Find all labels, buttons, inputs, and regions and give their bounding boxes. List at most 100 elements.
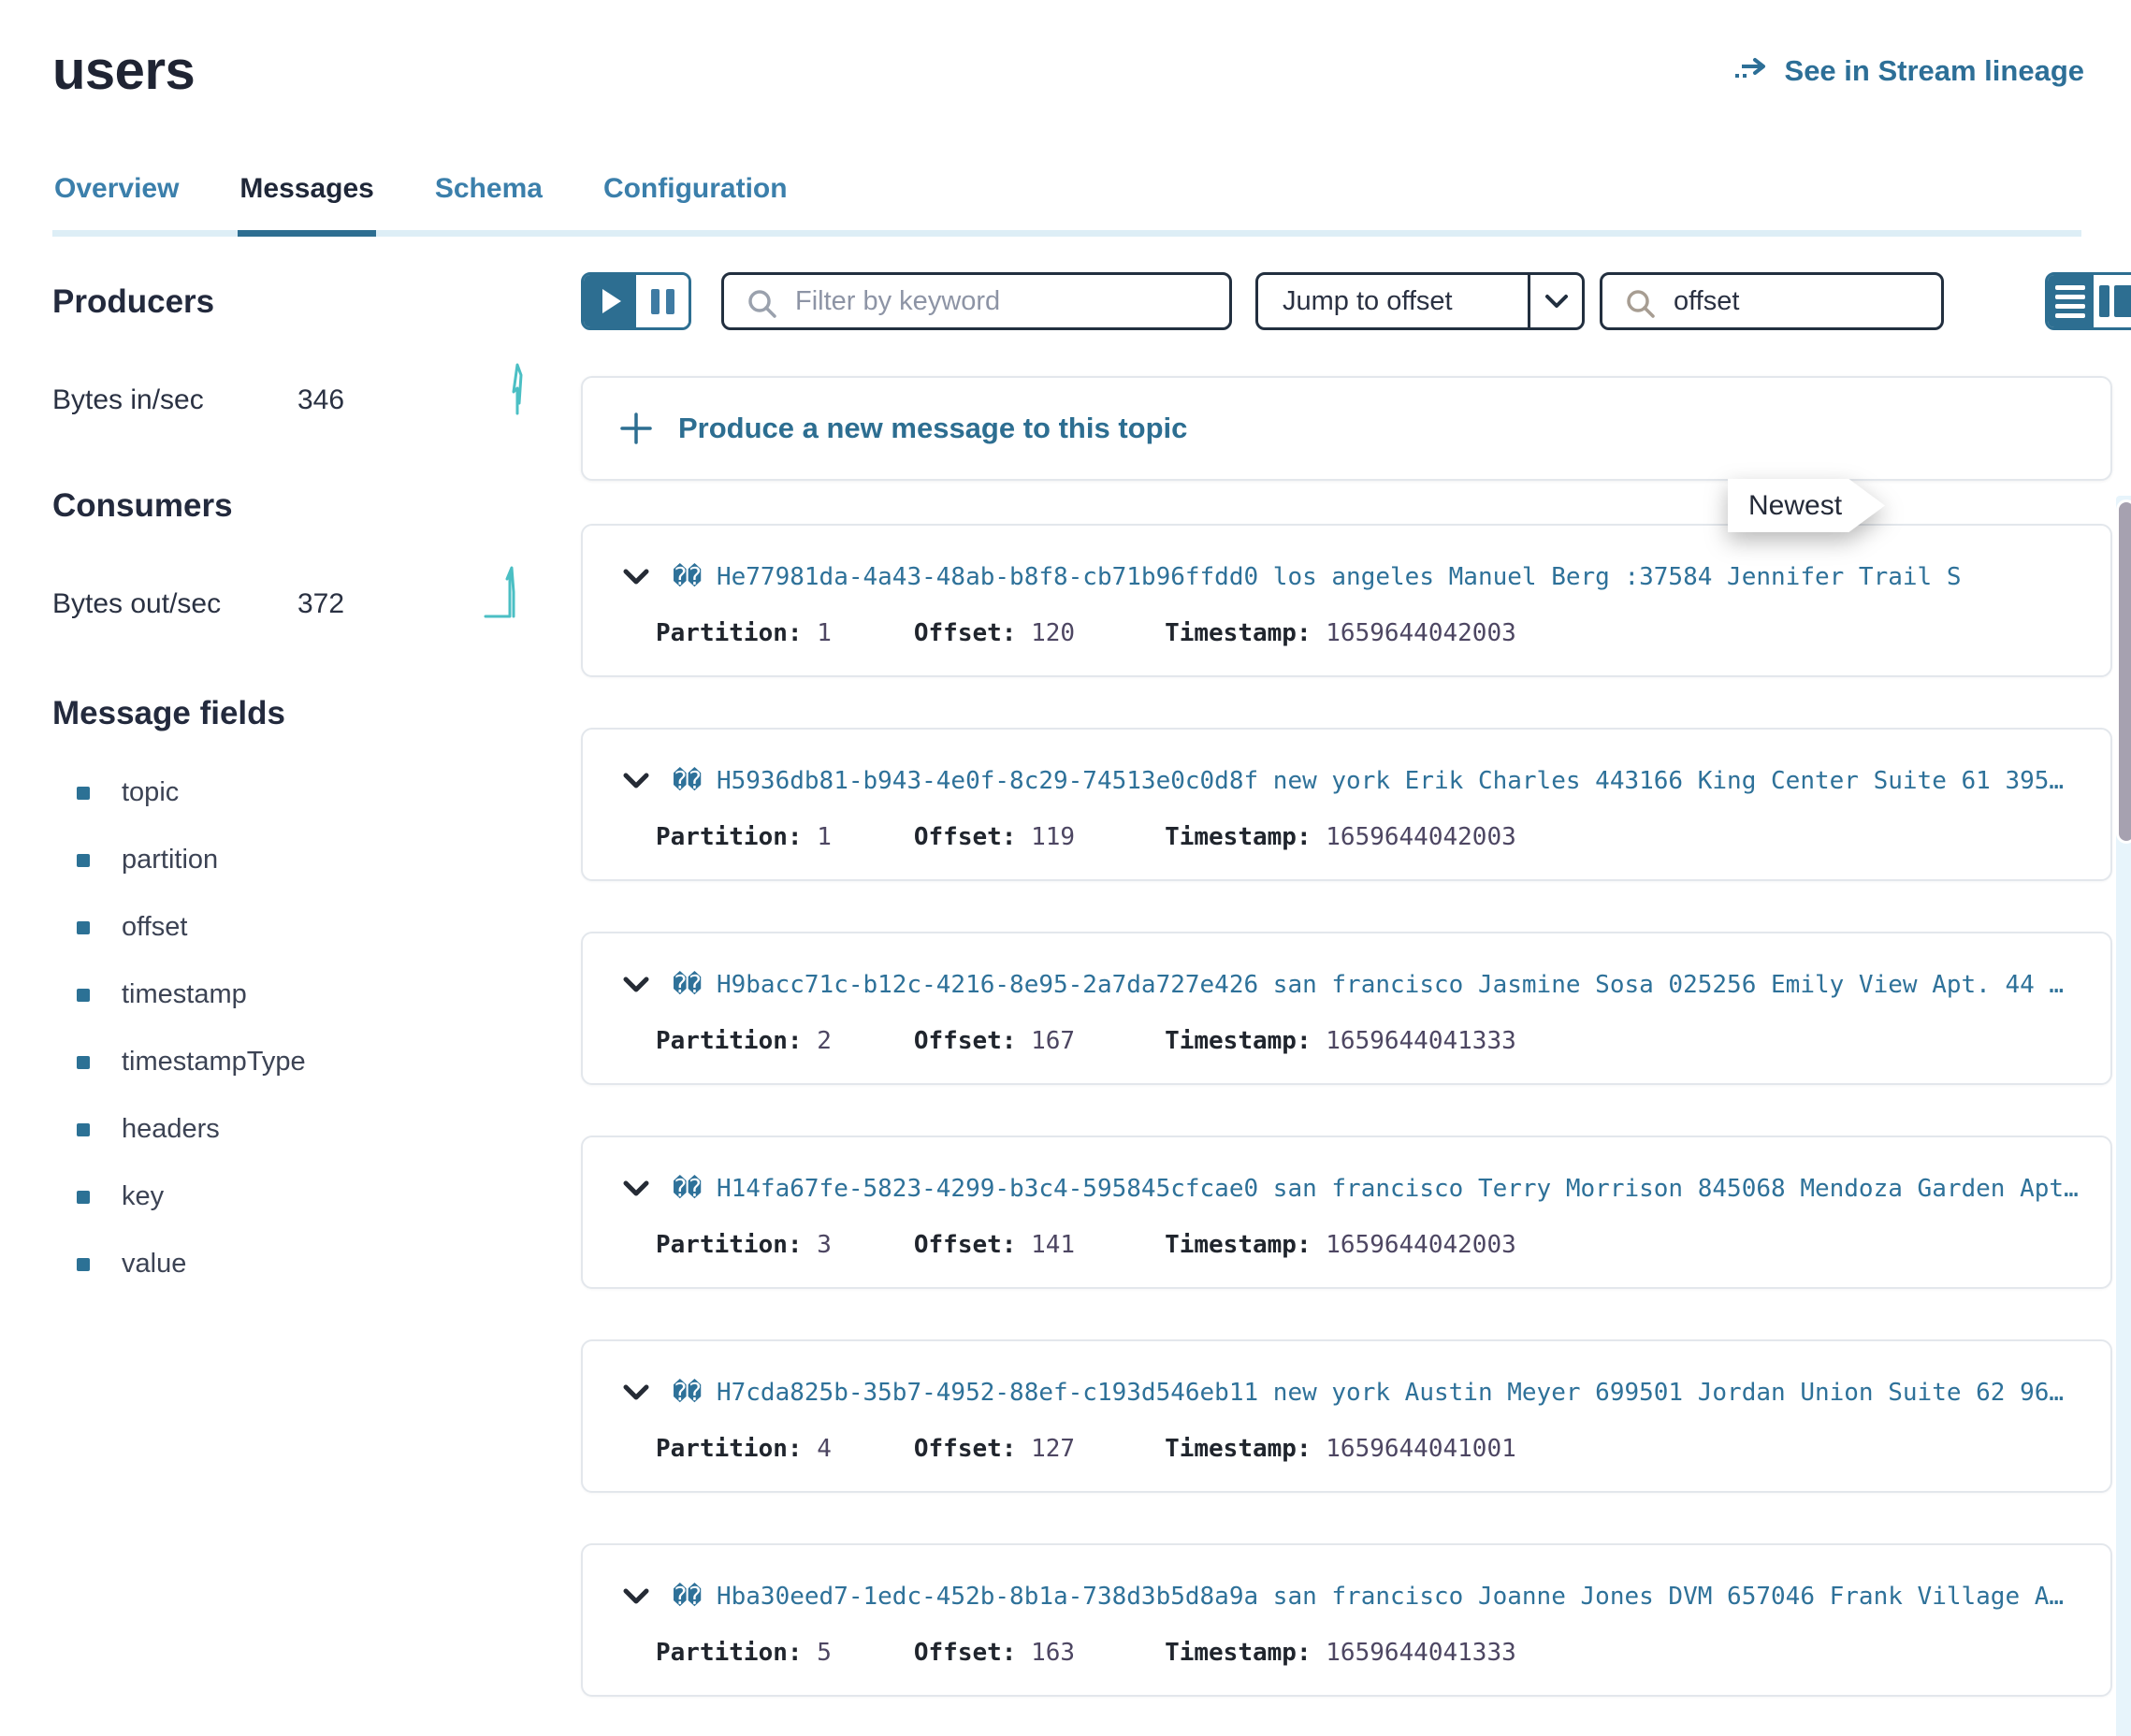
offset-value: 119 <box>1016 823 1075 851</box>
message-card[interactable]: �� H9bacc71c-b12c-4216-8e95-2a7da727e426… <box>581 932 2112 1085</box>
message-field-item-topic[interactable]: topic <box>52 777 581 808</box>
field-label: partition <box>122 845 218 875</box>
offset-value: 141 <box>1016 1231 1075 1259</box>
message-summary-text: H7cda825b-35b7-4952-88ef-c193d546eb11 ne… <box>717 1379 2064 1407</box>
message-field-item-timestampType[interactable]: timestampType <box>52 1047 581 1078</box>
field-label: topic <box>122 777 179 808</box>
message-card[interactable]: �� H7cda825b-35b7-4952-88ef-c193d546eb11… <box>581 1339 2112 1493</box>
field-bullet-icon <box>77 1191 90 1204</box>
pause-icon <box>651 289 660 314</box>
jump-to-offset-value: Jump to offset <box>1258 275 1528 327</box>
page-header: users See in Stream lineage <box>0 0 2131 102</box>
lineage-arrow-icon <box>1734 55 1772 87</box>
field-bullet-icon <box>77 989 90 1002</box>
keyword-filter-box <box>721 272 1232 330</box>
produce-message-button[interactable]: Produce a new message to this topic <box>581 376 2112 481</box>
bytes-in-metric: Bytes in/sec 346 <box>52 360 581 416</box>
offset-label: Offset: <box>914 823 1017 851</box>
timestamp-value: 1659644041001 <box>1312 1435 1516 1463</box>
newest-tooltip-label: Newest <box>1728 479 1885 532</box>
bytes-out-metric: Bytes out/sec 372 <box>52 564 581 620</box>
field-bullet-icon <box>77 1123 90 1136</box>
scrollbar-thumb[interactable] <box>2116 499 2131 844</box>
offset-label: Offset: <box>914 1231 1017 1259</box>
unknown-key-icon: �� <box>673 1175 702 1203</box>
bytes-in-value: 346 <box>297 384 344 416</box>
offset-value: 120 <box>1016 619 1075 647</box>
lineage-link-label: See in Stream lineage <box>1785 54 2084 88</box>
offset-label: Offset: <box>914 619 1017 647</box>
timestamp-label: Timestamp: <box>1165 619 1312 647</box>
partition-value: 3 <box>803 1231 832 1259</box>
split-view-icon <box>2099 285 2109 317</box>
tab-configuration[interactable]: Configuration <box>602 173 790 237</box>
split-view-button[interactable] <box>2094 275 2131 327</box>
offset-search-icon <box>1625 288 1657 320</box>
timestamp-label: Timestamp: <box>1165 1231 1312 1259</box>
timestamp-label: Timestamp: <box>1165 1027 1312 1055</box>
tab-label: Messages <box>239 173 373 204</box>
sidebar: Producers Bytes in/sec 346 Consumers Byt… <box>52 237 581 1316</box>
offset-value: 167 <box>1016 1027 1075 1055</box>
unknown-key-icon: �� <box>673 563 702 591</box>
list-view-icon <box>2055 285 2085 290</box>
jump-to-offset-select[interactable]: Jump to offset <box>1255 272 1585 330</box>
stream-lineage-link[interactable]: See in Stream lineage <box>1734 54 2084 88</box>
partition-value: 1 <box>803 823 832 851</box>
list-view-button[interactable] <box>2048 275 2094 327</box>
message-summary-text: H14fa67fe-5823-4299-b3c4-595845cfcae0 sa… <box>717 1175 2079 1203</box>
chevron-down-icon[interactable] <box>622 1383 650 1402</box>
offset-label: Offset: <box>914 1027 1017 1055</box>
message-card[interactable]: �� H14fa67fe-5823-4299-b3c4-595845cfcae0… <box>581 1136 2112 1289</box>
message-summary-text: He77981da-4a43-48ab-b8f8-cb71b96ffdd0 lo… <box>717 563 1962 591</box>
message-card[interactable]: �� He77981da-4a43-48ab-b8f8-cb71b96ffdd0… <box>581 524 2112 677</box>
chevron-down-icon[interactable] <box>622 976 650 994</box>
message-field-item-headers[interactable]: headers <box>52 1114 581 1145</box>
bytes-out-value: 372 <box>297 588 344 620</box>
tabs-bar: Overview Messages Schema Configuration <box>52 173 2081 237</box>
play-icon <box>602 289 621 313</box>
chevron-down-icon[interactable] <box>622 568 650 586</box>
chevron-down-icon[interactable] <box>1528 275 1582 327</box>
offset-search-box <box>1600 272 1944 330</box>
main-panel: Jump to offset <box>581 237 2131 1736</box>
bytes-in-sparkline <box>508 360 529 416</box>
timestamp-value: 1659644042003 <box>1312 619 1516 647</box>
timestamp-label: Timestamp: <box>1165 1435 1312 1463</box>
message-card[interactable]: �� Hba30eed7-1edc-452b-8b1a-738d3b5d8a9a… <box>581 1543 2112 1697</box>
message-field-item-key[interactable]: key <box>52 1181 581 1212</box>
pause-button[interactable] <box>636 275 689 327</box>
partition-value: 4 <box>803 1435 832 1463</box>
partition-label: Partition: <box>656 1027 803 1055</box>
play-button[interactable] <box>584 275 636 327</box>
tab-overview[interactable]: Overview <box>52 173 181 237</box>
tab-messages[interactable]: Messages <box>238 173 375 237</box>
message-card[interactable]: �� H5936db81-b943-4e0f-8c29-74513e0c0d8f… <box>581 728 2112 881</box>
field-bullet-icon <box>77 1258 90 1271</box>
producers-heading: Producers <box>52 283 581 321</box>
bytes-out-sparkline <box>484 564 529 620</box>
field-label: timestamp <box>122 979 247 1010</box>
message-field-item-partition[interactable]: partition <box>52 845 581 875</box>
message-summary-text: Hba30eed7-1edc-452b-8b1a-738d3b5d8a9a sa… <box>717 1583 2064 1611</box>
chevron-down-icon[interactable] <box>622 1179 650 1198</box>
tab-schema[interactable]: Schema <box>433 173 544 237</box>
message-field-item-timestamp[interactable]: timestamp <box>52 979 581 1010</box>
unknown-key-icon: �� <box>673 1583 702 1611</box>
tab-label: Configuration <box>603 173 788 204</box>
produce-message-label: Produce a new message to this topic <box>678 412 1187 445</box>
partition-value: 5 <box>803 1639 832 1667</box>
partition-label: Partition: <box>656 619 803 647</box>
chevron-down-icon[interactable] <box>622 772 650 790</box>
message-field-item-value[interactable]: value <box>52 1249 581 1280</box>
keyword-filter-input[interactable] <box>724 275 1229 327</box>
field-label: timestampType <box>122 1047 306 1078</box>
message-field-item-offset[interactable]: offset <box>52 912 581 943</box>
scrollbar-track[interactable] <box>2116 496 2131 1736</box>
field-bullet-icon <box>77 787 90 800</box>
chevron-down-icon[interactable] <box>622 1587 650 1606</box>
message-fields-list: topic partition offset timestamp timesta… <box>52 777 581 1280</box>
tab-label: Overview <box>54 173 179 204</box>
timestamp-value: 1659644041333 <box>1312 1027 1516 1055</box>
messages-toolbar: Jump to offset <box>581 271 2131 331</box>
